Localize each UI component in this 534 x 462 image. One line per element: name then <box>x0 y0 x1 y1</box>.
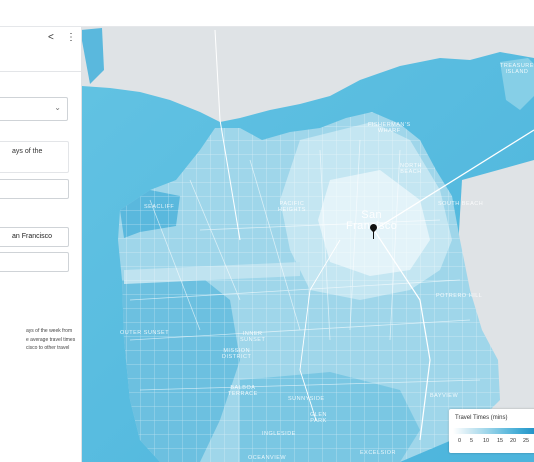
chevron-down-icon: ⌄ <box>54 103 61 112</box>
share-icon[interactable]: < <box>48 33 54 43</box>
map-canvas[interactable]: TREASURE ISLAND FISHERMAN'S WHARF NORTH … <box>82 27 534 462</box>
description-line: e average travel times <box>26 336 76 343</box>
time-card[interactable] <box>0 141 69 173</box>
more-vert-icon[interactable]: ⋮ <box>66 33 76 43</box>
location-field-value: an Francisco <box>12 233 53 240</box>
travel-time-legend: Travel Times (mins) 0 5 10 15 20 25 <box>449 409 534 453</box>
legend-tick: 20 <box>510 438 517 444</box>
legend-title: Travel Times (mins) <box>455 415 508 421</box>
legend-tick: 15 <box>497 438 504 444</box>
sidebar-divider <box>0 71 81 72</box>
legend-tick: 0 <box>458 438 462 444</box>
description-text: ays of the week from e average travel ti… <box>26 327 81 353</box>
legend-tick: 10 <box>483 438 490 444</box>
sidebar-panel: < ⋮ ⌄ ays of the an Francisco ays of the… <box>0 27 82 462</box>
location-pin-stem <box>373 230 374 239</box>
legend-tick: 25 <box>523 438 530 444</box>
top-bar <box>0 0 534 27</box>
mode-select[interactable]: ⌄ <box>0 97 68 121</box>
map-svg <box>82 27 534 462</box>
legend-color-bar <box>453 428 534 434</box>
app-root: < ⋮ ⌄ ays of the an Francisco ays of the… <box>0 0 534 462</box>
time-card-label: ays of the <box>12 148 43 155</box>
legend-tick: 5 <box>470 438 474 444</box>
date-field[interactable] <box>0 179 69 199</box>
description-line: ays of the week from <box>26 328 73 334</box>
destination-field[interactable] <box>0 252 69 272</box>
description-line: cisco to other travel <box>26 345 70 351</box>
